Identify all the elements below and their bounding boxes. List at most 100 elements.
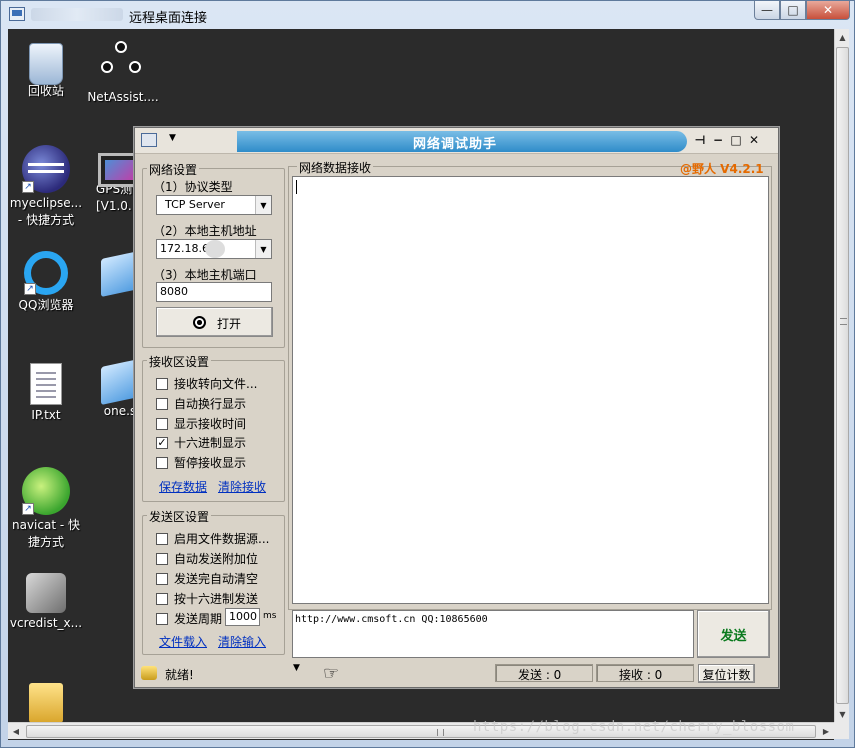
checkbox-label: 发送完自动清空 <box>174 572 259 586</box>
send-textarea[interactable]: http://www.cmsoft.cn QQ:10865600 <box>292 610 694 658</box>
checkbox-box[interactable] <box>156 417 168 430</box>
chevron-down-icon[interactable]: ▼ <box>255 196 271 214</box>
netassist-window: ▼ 网络调试助手 ⊣ − □ ✕ 网络设置 （1）协议类型 TCP Server… <box>134 127 779 688</box>
desktop-icon-label: vcredist_x... <box>9 616 83 630</box>
receive-area-title: 网络数据接收 <box>297 159 374 176</box>
hex-send-checkbox[interactable]: 按十六进制发送 <box>156 590 258 607</box>
close-icon[interactable]: ✕ <box>746 132 762 148</box>
navicat-icon: ↗ <box>22 467 70 515</box>
checkmark-icon[interactable]: ✓ <box>156 436 168 449</box>
app-menu-icon[interactable] <box>141 133 157 147</box>
close-icon: ✕ <box>822 3 834 17</box>
clear-input-link[interactable]: 清除输入 <box>218 633 266 650</box>
port-input[interactable]: 8080 <box>156 282 272 302</box>
network-settings-group: 网络设置 （1）协议类型 TCP Server ▼ （2）本地主机地址 172.… <box>142 161 285 348</box>
desktop-icon-label: myeclipse... - 快捷方式 <box>9 196 83 227</box>
checkbox-label: 自动换行显示 <box>174 397 247 411</box>
checkbox-label: 发送周期 <box>174 612 223 626</box>
desktop-icon-vcredist[interactable]: vcredist_x... <box>8 573 86 632</box>
maximize-button[interactable]: □ <box>780 1 806 20</box>
desktop-icon-navicat[interactable]: ↗ navicat - 快 捷方式 <box>8 467 86 551</box>
open-button-label: 打开 <box>217 317 242 331</box>
file-load-link[interactable]: 文件载入 <box>159 633 207 650</box>
checkbox-box[interactable] <box>156 552 168 565</box>
scroll-up-icon[interactable]: ▲ <box>835 29 850 45</box>
pin-icon[interactable]: ⊣ <box>692 132 708 148</box>
show-time-checkbox[interactable]: 显示接收时间 <box>156 415 246 432</box>
clear-receive-link[interactable]: 清除接收 <box>218 478 266 495</box>
send-button[interactable]: 发送 <box>697 610 770 658</box>
save-data-link[interactable]: 保存数据 <box>159 478 207 495</box>
desktop-icon-netassist[interactable]: NetAssist.... <box>83 39 163 106</box>
checkbox-label: 暂停接收显示 <box>174 456 247 470</box>
shortcut-arrow-icon: ↗ <box>22 181 34 193</box>
vertical-scroll-thumb[interactable] <box>836 47 849 704</box>
minimize-button[interactable]: — <box>754 1 780 20</box>
minimize-icon: — <box>761 3 773 17</box>
status-bar: 就绪! ▼ ☞ 发送 : 0 接收 : 0 复位计数 <box>135 662 778 686</box>
group-title: 接收区设置 <box>147 353 212 370</box>
file-source-checkbox[interactable]: 启用文件数据源... <box>156 530 269 547</box>
text-file-icon <box>30 363 62 405</box>
remote-desktop-window: 远程桌面连接 — □ ✕ 回收站 NetAssist.... ↗ myeclip… <box>0 0 855 748</box>
receive-textarea[interactable] <box>292 176 769 604</box>
rdp-titlebar[interactable]: 远程桌面连接 — □ ✕ <box>1 1 854 29</box>
checkbox-box[interactable] <box>156 377 168 390</box>
chevron-down-icon[interactable]: ▼ <box>169 133 176 143</box>
watermark: https://blog.csdn.net/cherry_blossom <box>473 719 795 735</box>
reset-count-button[interactable]: 复位计数 <box>698 664 755 683</box>
open-button[interactable]: 打开 <box>156 307 273 337</box>
pause-display-checkbox[interactable]: 暂停接收显示 <box>156 454 246 471</box>
scroll-left-icon[interactable]: ◀ <box>8 723 24 740</box>
desktop-icon-qq-browser[interactable]: ↗ QQ浏览器 <box>8 251 86 314</box>
checkbox-label: 启用文件数据源... <box>174 532 270 546</box>
maximize-icon: □ <box>787 3 799 17</box>
auto-clear-checkbox[interactable]: 发送完自动清空 <box>156 570 258 587</box>
remote-desktop-icon <box>9 7 25 21</box>
host-select[interactable]: 172.18.6. ▼ <box>156 239 272 259</box>
checkbox-label: 显示接收时间 <box>174 417 247 431</box>
scroll-right-icon[interactable]: ▶ <box>818 723 834 740</box>
desktop-icon-label: QQ浏览器 <box>18 298 74 312</box>
recycle-bin-icon <box>29 43 63 85</box>
minimize-icon[interactable]: − <box>710 132 726 148</box>
checkbox-label: 十六进制显示 <box>174 436 247 450</box>
sent-count: 发送 : 0 <box>495 664 593 682</box>
checkbox-box[interactable] <box>156 572 168 585</box>
network-people-icon <box>99 39 147 87</box>
chevron-down-icon[interactable]: ▼ <box>255 240 271 258</box>
redaction-blur <box>205 240 225 258</box>
maximize-icon[interactable]: □ <box>728 132 744 148</box>
send-period-checkbox[interactable]: 发送周期 <box>156 610 222 627</box>
desktop-icon-myeclipse[interactable]: ↗ myeclipse... - 快捷方式 <box>8 145 86 229</box>
checkbox-label: 按十六进制发送 <box>174 592 259 606</box>
checkbox-box[interactable] <box>156 532 168 545</box>
host-label: （2）本地主机地址 <box>153 224 257 238</box>
send-settings-group: 发送区设置 启用文件数据源... 自动发送附加位 发送完自动清空 按十六进制发送… <box>142 508 285 655</box>
group-title: 发送区设置 <box>147 508 212 525</box>
rdp-title-redacted <box>31 8 123 21</box>
auto-wrap-checkbox[interactable]: 自动换行显示 <box>156 395 246 412</box>
received-count: 接收 : 0 <box>596 664 694 682</box>
checkbox-box[interactable] <box>156 456 168 469</box>
hex-display-checkbox[interactable]: ✓ 十六进制显示 <box>156 434 246 451</box>
scroll-down-icon[interactable]: ▼ <box>835 706 850 722</box>
checkbox-box[interactable] <box>156 397 168 410</box>
hand-pointer-icon[interactable]: ☞ <box>323 663 339 684</box>
protocol-select[interactable]: TCP Server ▼ <box>156 195 272 215</box>
desktop-icon-zip[interactable] <box>8 683 86 725</box>
chevron-down-icon[interactable]: ▼ <box>293 663 300 673</box>
scrollbar-corner <box>834 722 849 739</box>
recv-to-file-checkbox[interactable]: 接收转向文件... <box>156 375 257 392</box>
vertical-scrollbar[interactable]: ▲ ▼ <box>834 29 849 722</box>
desktop-icon-label: 回收站 <box>27 84 64 98</box>
checkbox-box[interactable] <box>156 592 168 605</box>
auto-append-checkbox[interactable]: 自动发送附加位 <box>156 550 258 567</box>
desktop-icon-recycle-bin[interactable]: 回收站 <box>8 39 86 100</box>
protocol-value: TCP Server <box>165 198 225 211</box>
netassist-titlebar[interactable]: ▼ 网络调试助手 ⊣ − □ ✕ <box>135 128 778 154</box>
close-button[interactable]: ✕ <box>806 1 850 20</box>
checkbox-box[interactable] <box>156 612 168 625</box>
desktop-icon-ip-txt[interactable]: IP.txt <box>8 363 86 424</box>
send-period-input[interactable]: 1000 <box>225 608 260 626</box>
